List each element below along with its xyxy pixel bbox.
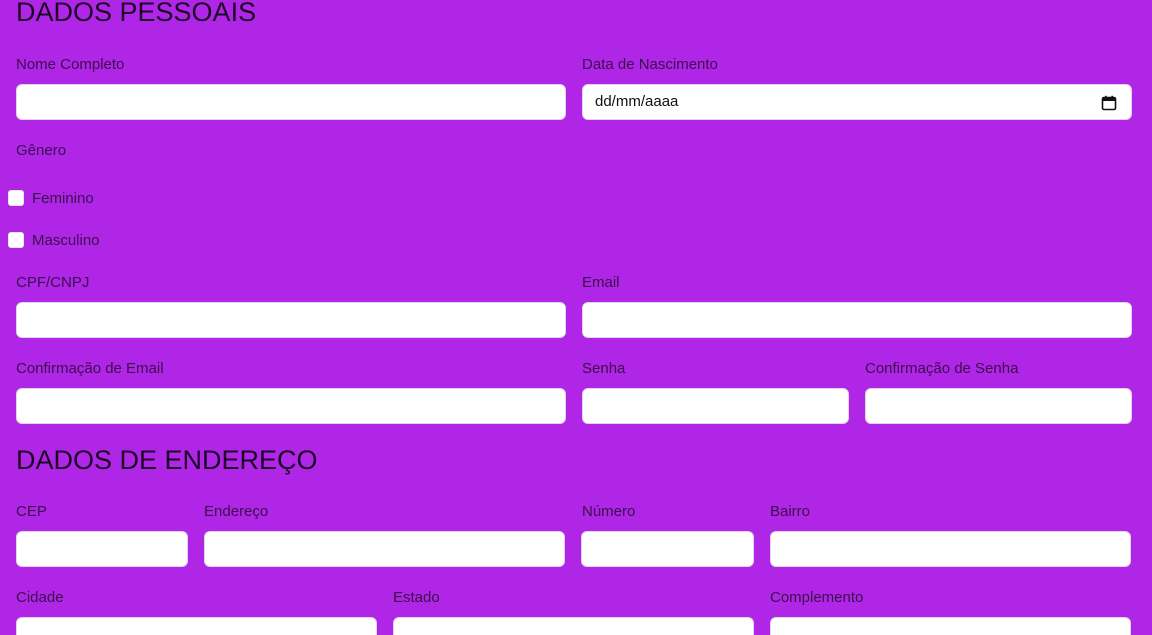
email-input[interactable] <box>583 303 1131 337</box>
email-confirm-input[interactable] <box>17 389 565 423</box>
birth-date-field[interactable]: dd/mm/aaaa <box>582 84 1132 120</box>
complement-label: Complemento <box>770 589 864 606</box>
street-label: Endereço <box>204 503 269 520</box>
email-field[interactable] <box>582 302 1132 338</box>
complement-input[interactable] <box>771 618 1130 635</box>
cpf-field[interactable] <box>16 302 566 338</box>
password-label: Senha <box>582 360 626 377</box>
full-name-label: Nome Completo <box>16 56 125 73</box>
number-label: Número <box>582 503 636 520</box>
cep-label: CEP <box>16 503 47 520</box>
gender-label: Gênero <box>16 142 67 159</box>
district-label: Bairro <box>770 503 811 520</box>
full-name-input[interactable] <box>17 85 565 119</box>
calendar-icon[interactable] <box>1101 95 1117 111</box>
street-field[interactable] <box>204 531 565 567</box>
email-confirm-field[interactable] <box>16 388 566 424</box>
gender-masculine-checkbox[interactable] <box>8 232 24 248</box>
state-label: Estado <box>393 589 440 606</box>
city-field[interactable] <box>16 617 377 635</box>
birth-date-label: Data de Nascimento <box>582 56 718 73</box>
district-field[interactable] <box>770 531 1131 567</box>
district-input[interactable] <box>771 532 1130 566</box>
state-field[interactable] <box>393 617 754 635</box>
gender-feminine-checkbox[interactable] <box>8 190 24 206</box>
password-confirm-input[interactable] <box>866 389 1131 423</box>
gender-masculine-label: Masculino <box>32 232 100 249</box>
password-confirm-field[interactable] <box>865 388 1132 424</box>
password-field[interactable] <box>582 388 849 424</box>
email-label: Email <box>582 274 620 291</box>
number-field[interactable] <box>581 531 754 567</box>
registration-form: DADOS PESSOAIS Nome Completo Data de Nas… <box>0 0 1152 635</box>
email-confirm-label: Confirmação de Email <box>16 360 164 377</box>
personal-data-title: DADOS PESSOAIS <box>16 0 257 27</box>
state-input[interactable] <box>394 618 753 635</box>
complement-field[interactable] <box>770 617 1131 635</box>
cep-field[interactable] <box>16 531 188 567</box>
city-label: Cidade <box>16 589 64 606</box>
gender-feminine-label: Feminino <box>32 190 94 207</box>
number-input[interactable] <box>582 532 753 566</box>
street-input[interactable] <box>205 532 564 566</box>
cpf-label: CPF/CNPJ <box>16 274 90 291</box>
address-data-title: DADOS DE ENDEREÇO <box>16 445 318 475</box>
full-name-field[interactable] <box>16 84 566 120</box>
city-input[interactable] <box>17 618 376 635</box>
birth-date-placeholder: dd/mm/aaaa <box>595 93 679 110</box>
cep-input[interactable] <box>17 532 187 566</box>
password-confirm-label: Confirmação de Senha <box>865 360 1019 377</box>
cpf-input[interactable] <box>17 303 565 337</box>
password-input[interactable] <box>583 389 848 423</box>
